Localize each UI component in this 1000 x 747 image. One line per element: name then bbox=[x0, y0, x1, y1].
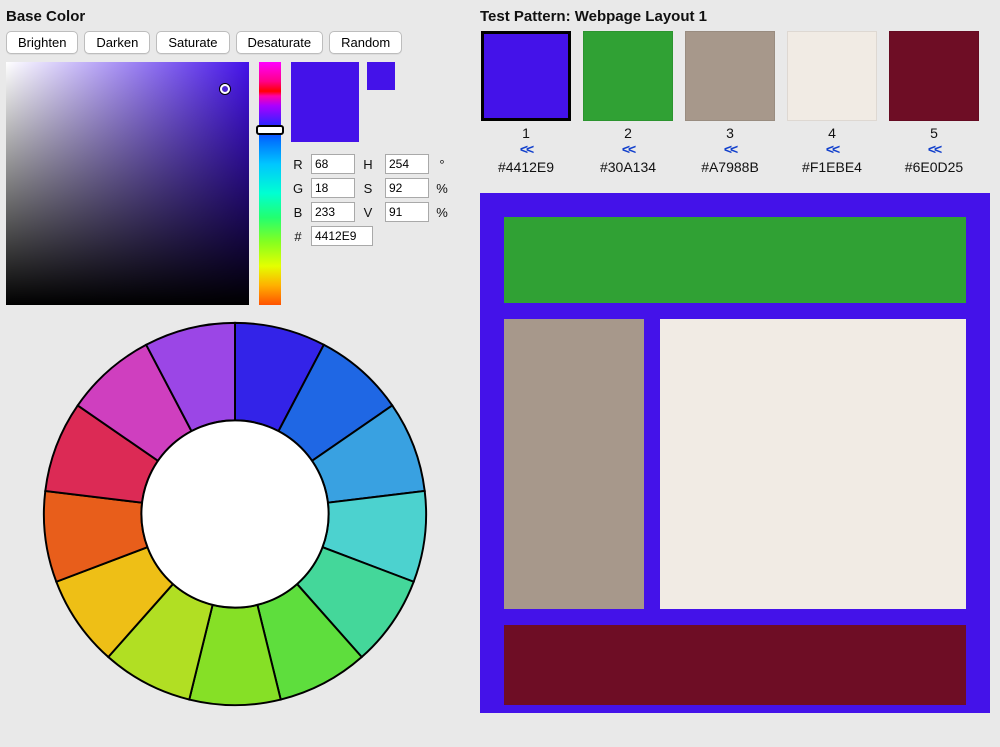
test-pattern-panel: Test Pattern: Webpage Layout 1 1 << #441… bbox=[470, 0, 1000, 747]
palette-swatch-hex: #A7988B bbox=[684, 159, 776, 175]
test-pattern-title: Test Pattern: Webpage Layout 1 bbox=[480, 8, 990, 25]
palette-swatch-tile[interactable] bbox=[889, 31, 979, 121]
label-g: G bbox=[291, 181, 305, 196]
input-v[interactable] bbox=[385, 202, 429, 222]
current-color-swatch-small bbox=[367, 62, 395, 90]
palette-swatch-tile[interactable] bbox=[481, 31, 571, 121]
sv-cursor[interactable] bbox=[220, 84, 230, 94]
label-s: S bbox=[361, 181, 375, 196]
palette-swatch-number: 4 bbox=[786, 125, 878, 141]
palette-swatch-number: 1 bbox=[480, 125, 572, 141]
layout-header-region bbox=[504, 217, 966, 303]
input-s[interactable] bbox=[385, 178, 429, 198]
label-hash: # bbox=[291, 229, 305, 244]
input-b[interactable] bbox=[311, 202, 355, 222]
label-r: R bbox=[291, 157, 305, 172]
palette-swatch-3: 3 << #A7988B bbox=[684, 31, 776, 175]
palette-swatch-assign-icon[interactable]: << bbox=[888, 141, 980, 157]
palette-swatch-assign-icon[interactable]: << bbox=[786, 141, 878, 157]
swatch-row bbox=[291, 62, 449, 142]
layout-sidebar-region bbox=[504, 319, 644, 609]
brighten-button[interactable]: Brighten bbox=[6, 31, 78, 54]
layout-mid-region bbox=[504, 319, 966, 609]
color-value-grid: R H ° G S % B V % # bbox=[291, 154, 449, 246]
picker-row: R H ° G S % B V % # bbox=[6, 62, 464, 305]
palette-swatch-number: 5 bbox=[888, 125, 980, 141]
desaturate-button[interactable]: Desaturate bbox=[236, 31, 324, 54]
palette-swatch-hex: #30A134 bbox=[582, 159, 674, 175]
layout-main-region bbox=[660, 319, 966, 609]
unit-pct1: % bbox=[435, 181, 449, 196]
label-v: V bbox=[361, 205, 375, 220]
layout-preview bbox=[480, 193, 990, 713]
palette-swatch-5: 5 << #6E0D25 bbox=[888, 31, 980, 175]
input-hex[interactable] bbox=[311, 226, 373, 246]
random-button[interactable]: Random bbox=[329, 31, 402, 54]
hue-cursor[interactable] bbox=[256, 125, 284, 135]
label-h: H bbox=[361, 157, 375, 172]
base-color-panel: Base Color Brighten Darken Saturate Desa… bbox=[0, 0, 470, 747]
input-g[interactable] bbox=[311, 178, 355, 198]
palette-swatch-4: 4 << #F1EBE4 bbox=[786, 31, 878, 175]
palette-swatch-tile[interactable] bbox=[685, 31, 775, 121]
label-b: B bbox=[291, 205, 305, 220]
color-values-column: R H ° G S % B V % # bbox=[291, 62, 449, 305]
palette-swatch-tile[interactable] bbox=[787, 31, 877, 121]
palette-swatch-hex: #6E0D25 bbox=[888, 159, 980, 175]
input-h[interactable] bbox=[385, 154, 429, 174]
palette-swatch-1: 1 << #4412E9 bbox=[480, 31, 572, 175]
hue-strip[interactable] bbox=[259, 62, 281, 305]
palette-swatches: 1 << #4412E9 2 << #30A134 3 << #A7988B 4… bbox=[480, 31, 990, 175]
base-color-title: Base Color bbox=[6, 8, 464, 25]
palette-swatch-assign-icon[interactable]: << bbox=[480, 141, 572, 157]
palette-swatch-hex: #4412E9 bbox=[480, 159, 572, 175]
saturate-button[interactable]: Saturate bbox=[156, 31, 229, 54]
palette-swatch-2: 2 << #30A134 bbox=[582, 31, 674, 175]
unit-deg: ° bbox=[435, 157, 449, 172]
darken-button[interactable]: Darken bbox=[84, 31, 150, 54]
palette-swatch-assign-icon[interactable]: << bbox=[684, 141, 776, 157]
color-action-buttons: Brighten Darken Saturate Desaturate Rand… bbox=[6, 31, 464, 54]
current-color-swatch-large bbox=[291, 62, 359, 142]
unit-pct2: % bbox=[435, 205, 449, 220]
layout-footer-region bbox=[504, 625, 966, 705]
saturation-value-picker[interactable] bbox=[6, 62, 249, 305]
input-r[interactable] bbox=[311, 154, 355, 174]
color-wheel[interactable] bbox=[40, 319, 430, 709]
palette-swatch-number: 3 bbox=[684, 125, 776, 141]
palette-swatch-number: 2 bbox=[582, 125, 674, 141]
wheel-center bbox=[141, 420, 328, 607]
palette-swatch-hex: #F1EBE4 bbox=[786, 159, 878, 175]
palette-swatch-tile[interactable] bbox=[583, 31, 673, 121]
palette-swatch-assign-icon[interactable]: << bbox=[582, 141, 674, 157]
